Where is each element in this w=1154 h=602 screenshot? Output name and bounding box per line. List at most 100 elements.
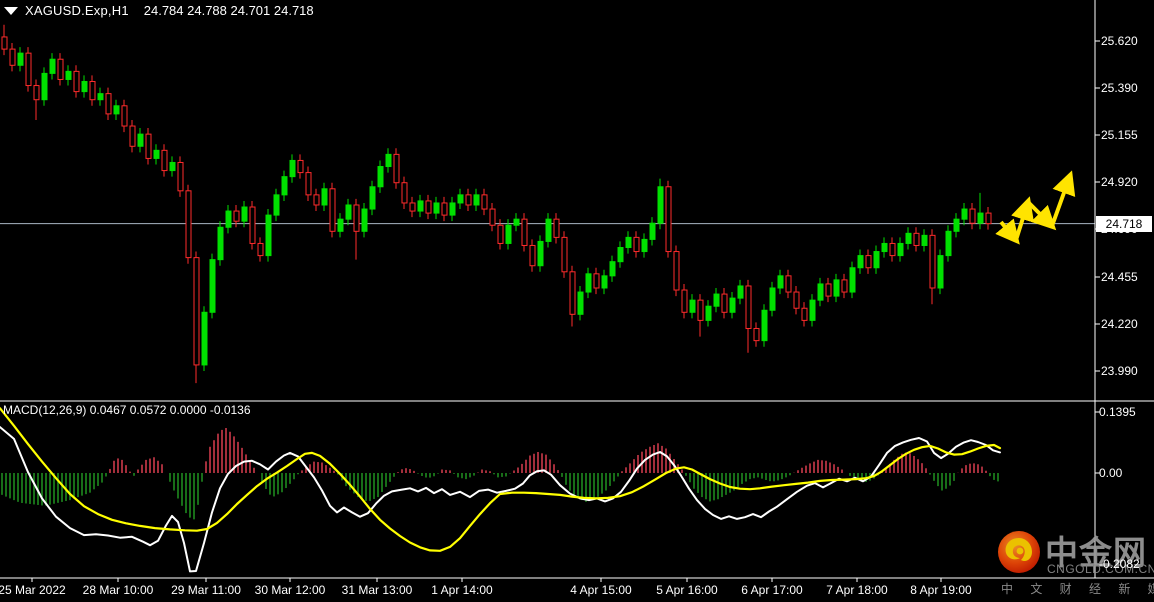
price-axis-label: 23.990 (1101, 364, 1138, 378)
candle-body (961, 208, 968, 220)
candle-body (625, 236, 632, 249)
candle-body (321, 188, 328, 206)
candle-body (977, 212, 984, 224)
candle-body (289, 159, 296, 178)
time-axis-label: 29 Mar 11:00 (171, 583, 241, 597)
candle-body (761, 309, 768, 342)
candle-body (825, 283, 832, 297)
candle-body (217, 226, 224, 261)
macd-signal-line (0, 407, 1002, 552)
candle-body (281, 176, 288, 196)
current-price-box: 24.718 (1096, 215, 1152, 232)
candle-body (673, 251, 680, 291)
candle-body (249, 206, 256, 244)
time-axis-label: 25 Mar 2022 (0, 583, 66, 597)
candle-body (665, 186, 672, 253)
candle-body (529, 244, 536, 267)
candle-body (577, 291, 584, 315)
candle-body (241, 206, 248, 222)
watermark-tagline: 中 文 财 经 新 媒 体 (1001, 582, 1154, 596)
candle-body (593, 273, 600, 289)
time-axis-label: 6 Apr 17:00 (741, 583, 803, 597)
time-axis-label: 7 Apr 18:00 (826, 583, 888, 597)
time-axis-label: 1 Apr 14:00 (431, 583, 493, 597)
time-axis-label: 4 Apr 15:00 (570, 583, 632, 597)
candle-body (513, 218, 520, 226)
candle-body (425, 200, 432, 214)
candle-body (729, 297, 736, 313)
candle-body (137, 133, 144, 147)
candle-body (57, 58, 64, 80)
candle-body (569, 271, 576, 315)
chart-canvas[interactable] (0, 0, 1154, 602)
trend-annotation-arrow[interactable] (995, 218, 1020, 245)
candle-body (193, 257, 200, 366)
candle-body (9, 48, 16, 66)
price-axis-label: 24.455 (1101, 270, 1138, 284)
candle-body (585, 273, 592, 293)
candle-body (265, 214, 272, 257)
ohlc-quotes: 24.784 24.788 24.701 24.718 (143, 3, 314, 18)
candle-body (441, 202, 448, 216)
candle-body (545, 218, 552, 242)
candle-body (153, 149, 160, 159)
candle-body (697, 299, 704, 321)
macd-indicator-label: MACD(12,26,9) 0.0467 0.0572 0.0000 -0.01… (3, 403, 251, 417)
candle-body (497, 224, 504, 244)
candle-body (617, 247, 624, 263)
candle-body (233, 210, 240, 222)
macd-axis-label: 0.1395 (1099, 405, 1136, 419)
candle-body (777, 275, 784, 289)
candle-body (129, 125, 136, 147)
trend-annotation-arrow[interactable] (1026, 200, 1057, 231)
trend-annotation-arrow[interactable] (1050, 170, 1076, 227)
candle-body (713, 293, 720, 307)
chart-window: XAGUSD.Exp,H1 24.784 24.788 24.701 24.71… (0, 0, 1154, 602)
candle-body (649, 222, 656, 240)
time-axis-label: 30 Mar 12:00 (254, 583, 326, 597)
candle-body (505, 224, 512, 244)
candle-body (81, 80, 88, 93)
candle-body (721, 293, 728, 313)
candle-body (817, 283, 824, 301)
candle-body (385, 153, 392, 168)
candle-body (105, 93, 112, 115)
candle-body (801, 307, 808, 321)
price-axis-label: 24.220 (1101, 317, 1138, 331)
candle-body (409, 202, 416, 212)
candle-body (201, 311, 208, 366)
candle-body (953, 218, 960, 232)
chart-header: XAGUSD.Exp,H1 24.784 24.788 24.701 24.71… (4, 3, 314, 18)
candle-body (449, 202, 456, 216)
candle-body (473, 194, 480, 206)
candle-body (521, 218, 528, 246)
price-axis-label: 25.390 (1101, 81, 1138, 95)
candle-body (553, 218, 560, 238)
candle-body (113, 105, 120, 115)
candle-body (769, 287, 776, 311)
time-axis-label: 5 Apr 16:00 (656, 583, 718, 597)
candle-body (353, 204, 360, 232)
candle-body (329, 188, 336, 232)
candle-body (89, 80, 96, 101)
candle-body (905, 232, 912, 244)
candle-body (273, 194, 280, 216)
candle-body (121, 105, 128, 127)
trend-annotation-arrow[interactable] (1011, 196, 1035, 241)
candle-body (969, 208, 976, 224)
macd-main-line (0, 426, 1001, 573)
candle-body (937, 255, 944, 289)
candle-body (833, 279, 840, 297)
candle-body (657, 186, 664, 224)
symbol-dropdown-icon[interactable] (4, 6, 18, 15)
candle-body (489, 208, 496, 226)
candle-body (881, 242, 888, 253)
candle-body (177, 161, 184, 192)
candle-body (377, 166, 384, 188)
candle-body (41, 72, 48, 101)
candle-body (849, 267, 856, 293)
candle-body (809, 299, 816, 321)
candle-body (705, 305, 712, 321)
symbol-title: XAGUSD.Exp,H1 (25, 3, 129, 18)
candle-body (865, 255, 872, 269)
